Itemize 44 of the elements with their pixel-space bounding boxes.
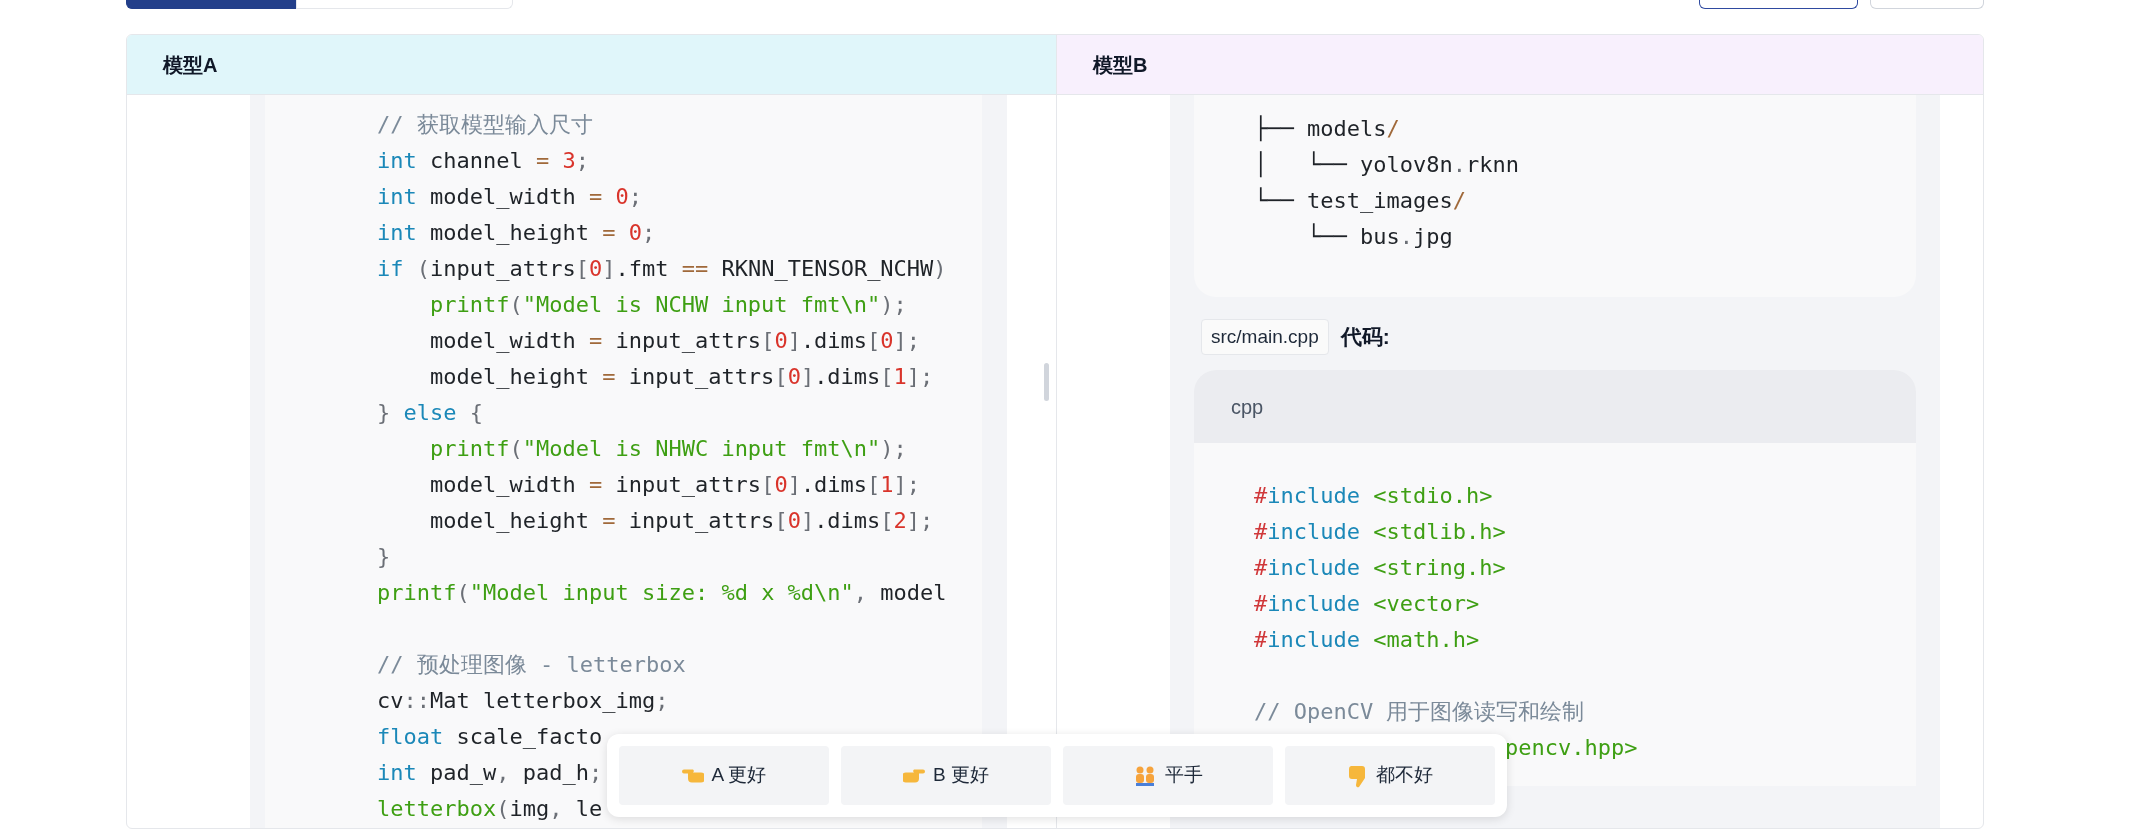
code-line: int pad_w, pad_h; — [377, 759, 603, 787]
code-line: #include <stdio.h> — [1254, 482, 1493, 510]
code-line: int channel = 3; — [377, 147, 589, 175]
code-line: } — [377, 543, 391, 571]
code-line: printf("Model is NCHW input fmt\n"); — [428, 291, 907, 319]
file-path: src/main.cpp — [1201, 319, 1329, 355]
code-line: letterbox(img, le — [377, 795, 603, 823]
tab[interactable] — [126, 0, 296, 9]
code-line: #include <string.h> — [1254, 554, 1506, 582]
code-line: int model_height = 0; — [377, 219, 656, 247]
resize-handle[interactable] — [1044, 363, 1049, 401]
code-line: pencv.hpp> — [1504, 734, 1638, 762]
code-line: int model_width = 0; — [377, 183, 642, 211]
language-label: cpp — [1231, 394, 1264, 420]
action-button[interactable] — [1699, 0, 1858, 9]
code-line: model_width = input_attrs[0].dims[0]; — [428, 327, 921, 355]
code-line: // 预处理图像 - letterbox — [377, 651, 686, 679]
code-line: if (input_attrs[0].fmt == RKNN_TENSOR_NCHW) — [377, 255, 947, 283]
code-line: │ └── yolov8n.rknn — [1254, 150, 1519, 180]
section-label: 代码: — [1340, 324, 1390, 351]
vote-button[interactable]: B 更好 — [841, 746, 1051, 805]
vote-button[interactable]: 都不好 — [1285, 746, 1495, 805]
thumbs-down-icon — [1347, 763, 1368, 788]
code-line: ├── models/ — [1254, 114, 1400, 144]
code-line: printf("Model input size: %d x %d\n", model — [377, 579, 947, 607]
code-line: model_height = input_attrs[0].dims[1]; — [428, 363, 934, 391]
code-line: cv::Mat letterbox_img; — [377, 687, 669, 715]
code-line: #include <vector> — [1254, 590, 1480, 618]
code-line: #include <math.h> — [1254, 626, 1480, 654]
code-line: #include <stdlib.h> — [1254, 518, 1506, 546]
vote-button[interactable]: 平手 — [1063, 746, 1273, 805]
code-line: // 获取模型输入尺寸 — [377, 111, 593, 139]
people-icon — [1133, 764, 1157, 787]
panel-title: 模型B — [1093, 52, 1148, 78]
code-line: float scale_facto — [377, 723, 603, 751]
code-line: model_height = input_attrs[0].dims[2]; — [428, 507, 934, 535]
code-line: // OpenCV 用于图像读写和绘制 — [1254, 698, 1585, 726]
code-line: printf("Model is NHWC input fmt\n"); — [428, 435, 907, 463]
vote-button[interactable]: A 更好 — [619, 746, 829, 805]
code-line: } else { — [377, 399, 483, 427]
code-line: └── bus.jpg — [1305, 222, 1453, 251]
code-line: model_width = input_attrs[0].dims[1]; — [428, 471, 921, 499]
code-line: └── test_images/ — [1254, 186, 1466, 215]
panel-title: 模型A — [163, 52, 218, 78]
